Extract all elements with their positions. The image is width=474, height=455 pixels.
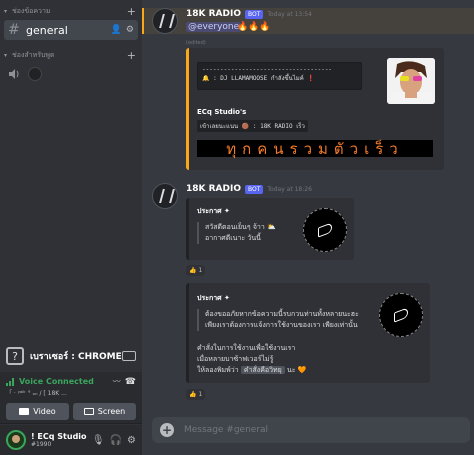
everyone-mention[interactable]: @everyone [186, 22, 242, 32]
invite-icon[interactable]: 👤 [111, 25, 122, 35]
gear-icon[interactable]: ⚙ [127, 435, 136, 446]
usage-line1: คำสั่งในการใช้งานเพื่อใช้งานเรา [197, 344, 296, 352]
user-avatar[interactable] [6, 430, 26, 450]
apology-line2: เพียงเราต้องการแจ้งการใช้งานของเรา เพียง… [205, 321, 358, 329]
speaker-icon [9, 69, 19, 79]
megaphone-icon [394, 307, 408, 323]
exclaim-mark: ❗ [307, 75, 315, 82]
voice-channel[interactable] [4, 64, 138, 84]
message-composer: + [152, 417, 470, 443]
megaphone-thumbnail[interactable] [379, 293, 423, 337]
gather-banner: ทุกคนรวมตัวเร็ว [197, 140, 433, 158]
chat-area: 18K RADIO BOT Today at 13:54 @everyone 🔥… [142, 0, 474, 455]
user-tag: #1990 [31, 441, 52, 448]
message-header: 18K RADIO BOT Today at 13:54 [186, 9, 312, 19]
add-channel-icon[interactable]: + [127, 5, 136, 18]
edited-label: (edited) [186, 40, 206, 46]
author-name[interactable]: 18K RADIO [186, 9, 241, 19]
voice-connection-panel: Voice Connected 〰 ☎ 「 · ʸᵃˡᵏ ° ₒₙ / [ 18… [0, 372, 142, 424]
voice-status-title[interactable]: Voice Connected [19, 377, 113, 386]
activity-label: เบราเซอร์ : CHROME [30, 352, 122, 362]
reaction-thumbs-up[interactable]: 👍 1 [186, 265, 206, 276]
usage-text: คำสั่งในการใช้งานเพื่อใช้งานเรา เมื่อหลา… [197, 343, 306, 376]
screen-share-icon[interactable] [122, 351, 136, 361]
thumbs-up-icon: 👍 [189, 267, 197, 274]
timestamp: Today at 13:54 [267, 10, 312, 18]
channel-name: general [26, 23, 68, 37]
reaction-thumbs-up[interactable]: 👍 1 [186, 389, 206, 400]
question-icon: ? [6, 347, 24, 365]
apology-line1: ต้องขออภัยหากข้อความนี้รบกวนท่านทั้งหลาย… [205, 310, 359, 318]
usage-line3a: ให้ลองพิมพ์ว่า [197, 366, 239, 374]
voice-category-label: ช่องสำหรับพูด [12, 50, 55, 59]
timestamp: Today at 18:26 [267, 185, 312, 193]
announcement-embed: ------------------------------------ 🔔 :… [186, 48, 444, 170]
monitor-icon [83, 408, 94, 415]
channel-sidebar: ▾ ช่องข้อความ + # general 👤 ⚙ ▾ ช่องสำหร… [0, 0, 142, 455]
mic-line: กำลังขึ้นไมค์ [270, 75, 304, 82]
author-name[interactable]: 18K RADIO [186, 184, 241, 194]
voice-category[interactable]: ▾ ช่องสำหรับพูด + [0, 48, 142, 62]
message-input[interactable] [184, 425, 462, 435]
megaphone-icon [318, 222, 332, 238]
camera-icon [19, 408, 30, 415]
chevron-down-icon: ▾ [4, 51, 8, 59]
disconnect-icon[interactable]: ☎ [125, 377, 136, 387]
usage-line3b: นะ 🧡 [286, 366, 307, 374]
bot-badge: BOT [245, 9, 264, 19]
bot-badge: BOT [245, 184, 264, 194]
voice-channel-subtitle: 「 · ʸᵃˡᵏ ° ₒₙ / [ 18K ... [6, 390, 67, 397]
thumbs-up-icon: 👍 [189, 391, 197, 398]
activity-status: ? เบราเซอร์ : CHROME [0, 342, 142, 370]
signal-icon [6, 377, 16, 386]
reaction-count: 1 [198, 267, 203, 274]
reaction-count: 1 [198, 391, 203, 398]
noise-suppression-icon[interactable]: 〰 [113, 376, 121, 387]
screen-button[interactable]: Screen [73, 403, 136, 420]
dj-portrait-image [387, 58, 435, 104]
voice-member-avatar[interactable] [28, 67, 42, 81]
dj-photo[interactable] [387, 58, 435, 104]
bot-avatar[interactable] [152, 183, 178, 209]
embed-header: ประกาศ ✦ [197, 207, 230, 215]
greeting-line1: สวัสดีตอนเย็นๆ จ้าา ⛅ [205, 223, 276, 231]
headphones-icon[interactable]: 🎧 [110, 435, 122, 446]
usage-embed: ประกาศ ✦ ต้องขออภัยหากข้อความนี้รบกวนท่า… [186, 283, 430, 383]
code-block: ------------------------------------ 🔔 :… [197, 62, 362, 90]
screen-label: Screen [97, 407, 126, 416]
add-channel-icon[interactable]: + [127, 49, 136, 62]
fire-emoji: 🔥🔥🔥 [237, 22, 271, 32]
bot-avatar[interactable] [152, 8, 178, 34]
hash-icon: # [8, 22, 20, 38]
megaphone-thumbnail[interactable] [303, 208, 347, 252]
video-button[interactable]: Video [6, 403, 69, 420]
microphone-icon[interactable]: 🎙 [92, 435, 105, 446]
greeting-embed: ประกาศ ✦ สวัสดีตอนเย็นๆ จ้าา ⛅ อากาศดีเน… [186, 198, 354, 260]
add-attachment-icon[interactable]: + [160, 423, 174, 437]
usage-line2: เมื่อหลายบาซ้าฟเวอร์ไม่รู้ [197, 355, 274, 363]
channel-general[interactable]: # general 👤 ⚙ [4, 20, 138, 40]
command-chip: คำสั่งคือวิทยุ [240, 366, 285, 374]
video-label: Video [33, 407, 56, 416]
chevron-down-icon: ▾ [4, 7, 8, 15]
greeting-quote: สวัสดีตอนเย็นๆ จ้าา ⛅ อากาศดีเนาะ วันนี้ [197, 222, 276, 244]
greeting-line2: อากาศดีเนาะ วันนี้ [205, 234, 261, 242]
join-instruction: เข้าเลยนะแนน 🟤 : 18K RADIO เร็ว [197, 120, 308, 132]
message-header: 18K RADIO BOT Today at 18:26 [186, 184, 312, 194]
embed-author[interactable]: ECq Studio's [197, 108, 246, 116]
apology-quote: ต้องขออภัยหากข้อความนี้รบกวนท่านทั้งหลาย… [197, 309, 377, 331]
user-panel: ! ECq Studio... #1990 🎙 🎧 ⚙ [0, 425, 142, 455]
dj-line: 🔔 : DJ LLAMAMOOSE [202, 75, 268, 82]
embed-header: ประกาศ ✦ [197, 294, 230, 302]
text-category[interactable]: ▾ ช่องข้อความ + [0, 4, 142, 18]
user-name[interactable]: ! ECq Studio... [31, 432, 87, 441]
gear-icon[interactable]: ⚙ [126, 25, 134, 35]
text-category-label: ช่องข้อความ [12, 6, 51, 15]
